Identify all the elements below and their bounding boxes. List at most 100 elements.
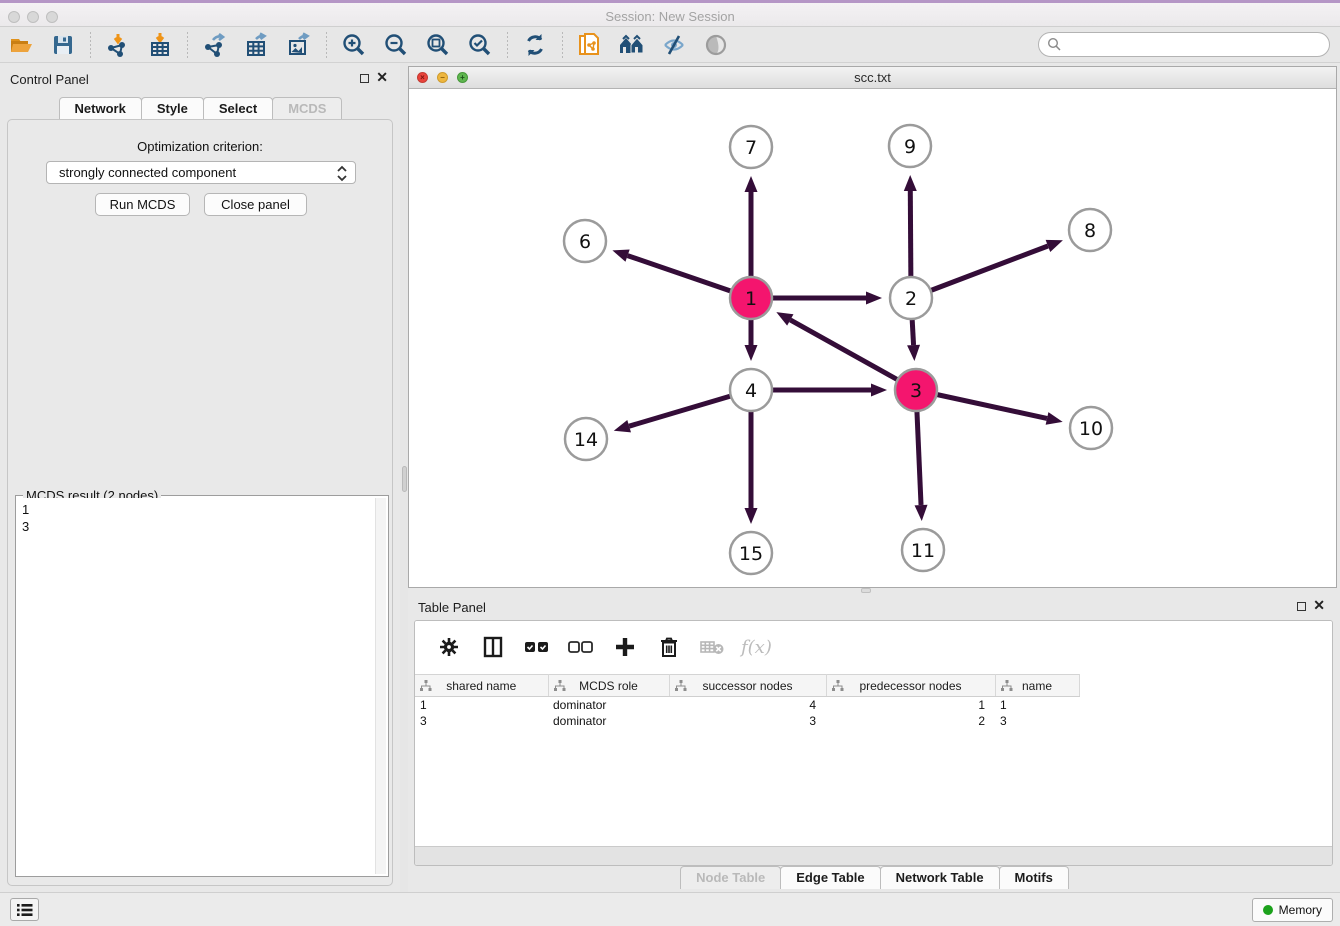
graph-edge-arrowhead [907, 345, 920, 361]
import-table-icon[interactable] [145, 30, 175, 60]
graph-edge-arrowhead [614, 420, 631, 432]
node-table-grid: shared nameMCDS rolesuccessor nodesprede… [415, 674, 1080, 729]
mcds-result-list[interactable]: 13 [18, 498, 375, 874]
task-list-icon [16, 903, 33, 917]
tab-network[interactable]: Network [59, 97, 142, 120]
graph-node-label: 11 [911, 540, 935, 562]
deselect-all-rows-icon[interactable] [566, 632, 596, 662]
refresh-view-icon[interactable] [520, 30, 550, 60]
table-cell[interactable]: dominator [548, 697, 669, 713]
graph-edge-arrowhead [866, 292, 882, 305]
memory-button[interactable]: Memory [1252, 898, 1333, 922]
graph-node-label: 6 [579, 231, 591, 253]
graph-node-label: 15 [739, 543, 763, 565]
close-table-panel-icon[interactable]: ✕ [1313, 598, 1325, 612]
toolbar-separator [562, 32, 563, 58]
network-window-titlebar[interactable]: × − + scc.txt [409, 67, 1336, 89]
float-panel-icon[interactable] [360, 74, 369, 83]
export-network-icon[interactable] [200, 30, 230, 60]
optimization-dropdown[interactable]: strongly connected component [46, 161, 356, 184]
close-panel-icon[interactable]: ✕ [376, 70, 388, 84]
tab-style[interactable]: Style [141, 97, 204, 120]
column-header-shared-name[interactable]: shared name [415, 675, 548, 697]
result-scrollbar[interactable] [375, 498, 386, 874]
add-row-icon[interactable] [610, 632, 640, 662]
tab-node-table[interactable]: Node Table [680, 866, 781, 889]
graph-node-label: 1 [745, 288, 757, 310]
graph-node-label: 10 [1079, 418, 1103, 440]
table-scroll-strip[interactable] [415, 846, 1332, 865]
delete-row-icon[interactable] [654, 632, 684, 662]
control-panel: Control Panel ✕ NetworkStyleSelectMCDS O… [0, 63, 400, 892]
table-cell[interactable]: 1 [826, 697, 995, 713]
graph-edge-arrowhead [1046, 240, 1063, 252]
network-view-window: × − + scc.txt 1234678910111415 [408, 66, 1337, 588]
column-header-MCDS-role[interactable]: MCDS role [548, 675, 669, 697]
import-network-icon[interactable] [103, 30, 133, 60]
vertical-splitter[interactable] [400, 63, 408, 892]
graph-edge-arrowhead [1046, 412, 1063, 425]
zoom-out-icon[interactable] [381, 30, 411, 60]
run-mcds-button[interactable]: Run MCDS [95, 193, 190, 216]
dropdown-value: strongly connected component [59, 165, 236, 180]
column-header-name[interactable]: name [995, 675, 1079, 697]
zoom-in-icon[interactable] [339, 30, 369, 60]
table-settings-icon[interactable] [434, 632, 464, 662]
hide-selected-icon[interactable] [659, 30, 689, 60]
table-cell[interactable]: 3 [415, 713, 548, 729]
horizontal-splitter-grip[interactable] [861, 588, 871, 593]
dropdown-stepper-icon [335, 165, 349, 182]
table-cell[interactable]: 1 [995, 697, 1079, 713]
show-all-icon[interactable] [701, 30, 731, 60]
tab-edge-table[interactable]: Edge Table [780, 866, 880, 889]
save-session-icon[interactable] [48, 30, 78, 60]
apply-function-icon[interactable]: f(x) [741, 637, 772, 658]
select-all-rows-icon[interactable] [522, 632, 552, 662]
search-input[interactable] [1062, 35, 1329, 55]
memory-status-icon [1263, 905, 1273, 915]
toolbar-separator [326, 32, 327, 58]
close-panel-button[interactable]: Close panel [204, 193, 307, 216]
table-cell[interactable]: dominator [548, 713, 669, 729]
table-cell[interactable]: 2 [826, 713, 995, 729]
result-item: 3 [22, 518, 371, 535]
column-header-successor-nodes[interactable]: successor nodes [669, 675, 826, 697]
graph-edge-arrowhead [915, 505, 928, 521]
export-image-icon[interactable] [284, 30, 314, 60]
table-panel: Table Panel ✕ f(x) shared nameMCDS roles… [408, 594, 1340, 892]
export-table-icon[interactable] [242, 30, 272, 60]
graph-node-label: 4 [745, 380, 757, 402]
app-titlebar: Session: New Session [0, 0, 1340, 27]
mcds-result-group: MCDS result (2 nodes) 13 [15, 495, 389, 877]
column-header-predecessor-nodes[interactable]: predecessor nodes [826, 675, 995, 697]
status-bar: Memory [0, 892, 1340, 926]
graph-node-label: 14 [574, 429, 598, 451]
graph-node-label: 9 [904, 136, 916, 158]
tab-mcds[interactable]: MCDS [272, 97, 342, 120]
table-cell[interactable]: 3 [995, 713, 1079, 729]
tab-network-table[interactable]: Network Table [880, 866, 1000, 889]
task-history-button[interactable] [10, 898, 39, 921]
table-cell[interactable]: 4 [669, 697, 826, 713]
graph-node-label: 2 [905, 288, 917, 310]
zoom-selected-icon[interactable] [465, 30, 495, 60]
table-row[interactable]: 3dominator323 [415, 713, 1079, 729]
session-title: Session: New Session [0, 9, 1340, 24]
graph-edge-arrowhead [745, 508, 758, 524]
table-cell[interactable]: 3 [669, 713, 826, 729]
show-columns-icon[interactable] [478, 632, 508, 662]
clone-network-icon[interactable] [575, 30, 605, 60]
apply-layout-icon[interactable] [617, 30, 647, 60]
network-canvas[interactable]: 1234678910111415 [409, 89, 1336, 587]
table-cell[interactable]: 1 [415, 697, 548, 713]
table-row[interactable]: 1dominator411 [415, 697, 1079, 713]
zoom-fit-icon[interactable] [423, 30, 453, 60]
delete-table-icon[interactable] [698, 632, 728, 662]
toolbar-separator [90, 32, 91, 58]
tab-select[interactable]: Select [203, 97, 273, 120]
splitter-grip[interactable] [402, 466, 407, 492]
float-table-panel-icon[interactable] [1297, 602, 1306, 611]
graph-edge-arrowhead [904, 175, 917, 191]
open-session-icon[interactable] [6, 30, 36, 60]
tab-motifs[interactable]: Motifs [999, 866, 1069, 889]
